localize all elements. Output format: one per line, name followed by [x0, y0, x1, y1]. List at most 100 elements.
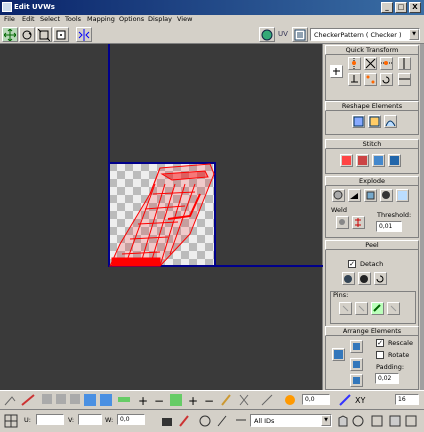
align-horizontal-button[interactable]: [380, 57, 393, 70]
pack-settings-button[interactable]: [350, 374, 363, 387]
quick-transform-header[interactable]: Quick Transform: [325, 45, 419, 55]
peel-header[interactable]: Peel: [325, 240, 419, 250]
threshold-input[interactable]: 0,01: [376, 221, 402, 232]
pin-add-button[interactable]: [355, 302, 368, 315]
v-input[interactable]: [78, 414, 102, 425]
reshape-rollout: [325, 111, 419, 135]
texture-dropdown[interactable]: CheckerPattern ( Checker ) ▼: [310, 28, 420, 41]
freeform-tool-button[interactable]: [53, 27, 69, 42]
reshape-header[interactable]: Reshape Elements: [325, 101, 419, 111]
zoom-icon: [352, 415, 364, 427]
zoom-extents-icon: [389, 415, 401, 427]
rotate-90-button[interactable]: [380, 73, 393, 86]
zoom-input[interactable]: 16: [395, 394, 419, 405]
uv-canvas[interactable]: [0, 44, 323, 390]
menu-options[interactable]: Options: [119, 15, 144, 23]
list-icon: [294, 29, 306, 41]
stitch-to-target-button[interactable]: [340, 154, 353, 167]
weld-target-button[interactable]: [352, 216, 365, 229]
pin-edit-button[interactable]: [339, 302, 352, 315]
stitch-settings-button[interactable]: [388, 154, 401, 167]
align-u-button[interactable]: [348, 73, 361, 86]
break-button[interactable]: [332, 189, 345, 202]
reset-peel-button[interactable]: [374, 272, 387, 285]
explode-header[interactable]: Explode: [325, 176, 419, 186]
menu-select[interactable]: Select: [40, 15, 60, 23]
v-label: V:: [68, 416, 75, 424]
stitch-settings-icon: [390, 156, 399, 165]
stitch-average-button[interactable]: [356, 154, 369, 167]
detach-checkbox[interactable]: ✓: [348, 260, 356, 268]
flatten-button[interactable]: [348, 189, 361, 202]
align-icon: [352, 58, 356, 69]
explode-box-button[interactable]: [396, 189, 409, 202]
u-label: U:: [24, 416, 31, 424]
bottom-toolbar: + − + − 0,0 XY 16: [0, 390, 424, 409]
ids-dropdown[interactable]: All IDs ▼: [250, 414, 332, 427]
minimize-button[interactable]: _: [381, 2, 393, 13]
menu-view[interactable]: View: [177, 15, 192, 23]
scale-diagonal-icon: [365, 58, 376, 69]
pin-auto-button[interactable]: [371, 302, 384, 315]
menu-mapping[interactable]: Mapping: [87, 15, 115, 23]
explode-rollout: Weld Threshold: 0,01: [325, 186, 419, 238]
mirror-tool-button[interactable]: [76, 27, 92, 42]
pack-custom-button[interactable]: [332, 348, 345, 361]
globe-icon: [333, 190, 343, 200]
relax-settings-button[interactable]: [384, 115, 397, 128]
stitch-header[interactable]: Stitch: [325, 139, 419, 149]
rotate-tool-button[interactable]: [19, 27, 35, 42]
scale-icon: [38, 29, 50, 41]
maximize-button[interactable]: □: [395, 2, 407, 13]
menu-file[interactable]: File: [4, 15, 15, 23]
threshold-label: Threshold:: [377, 211, 412, 219]
menu-bar: File Edit Select Tools Mapping Options D…: [0, 15, 424, 26]
zoom-region-icon: [371, 415, 383, 427]
show-map-button[interactable]: [259, 27, 275, 42]
menu-edit[interactable]: Edit: [22, 15, 35, 23]
menu-display[interactable]: Display: [148, 15, 172, 23]
straighten-button[interactable]: [352, 115, 365, 128]
w-label: W:: [105, 416, 114, 424]
edge-icon: [56, 394, 66, 404]
uv-label[interactable]: UV: [278, 30, 288, 38]
align-diagonal-button[interactable]: [364, 57, 377, 70]
close-button[interactable]: X: [409, 2, 421, 13]
w-input[interactable]: 0,0: [117, 414, 145, 425]
stitch-source-button[interactable]: [372, 154, 385, 167]
uv-viewport[interactable]: [0, 44, 323, 390]
offset-input[interactable]: 0,0: [302, 394, 330, 405]
panel-scrollbar[interactable]: [420, 44, 424, 390]
rotate-label: Rotate: [388, 351, 410, 359]
rotate-checkbox[interactable]: [376, 351, 384, 359]
menu-tools[interactable]: Tools: [65, 15, 81, 23]
explode-sphere-button[interactable]: [380, 189, 393, 202]
properties-button[interactable]: [292, 27, 308, 42]
space-button[interactable]: [364, 73, 377, 86]
scale-tool-button[interactable]: [36, 27, 52, 42]
align-vertical-button[interactable]: [348, 57, 361, 70]
flatten-settings-button[interactable]: [364, 189, 377, 202]
xy-toggle[interactable]: XY: [355, 396, 365, 405]
pack-normalize-button[interactable]: [350, 340, 363, 353]
align-u-icon: [351, 75, 358, 83]
quick-peel-button[interactable]: [342, 272, 355, 285]
rescale-checkbox[interactable]: ✓: [376, 339, 384, 347]
weld-selected-button[interactable]: [336, 216, 349, 229]
hide-icon: [199, 415, 211, 427]
arrange-header[interactable]: Arrange Elements: [325, 326, 419, 336]
pelt-map-button[interactable]: [358, 272, 371, 285]
pin-select-button[interactable]: [387, 302, 400, 315]
peel-rollout: ✓ Detach Pins:: [325, 250, 419, 330]
set-pivot-button[interactable]: [330, 65, 343, 78]
relax-button[interactable]: [368, 115, 381, 128]
move-tool-button[interactable]: [2, 27, 18, 42]
padding-input[interactable]: 0,02: [375, 373, 399, 384]
align-v-button[interactable]: [398, 57, 411, 70]
pack-together-button[interactable]: [350, 358, 363, 371]
align-h-button[interactable]: [398, 73, 411, 86]
u-input[interactable]: [36, 414, 64, 425]
pack-settings-icon: [353, 377, 360, 384]
status-tools: [162, 415, 246, 427]
paint-select-icon: [21, 394, 35, 406]
